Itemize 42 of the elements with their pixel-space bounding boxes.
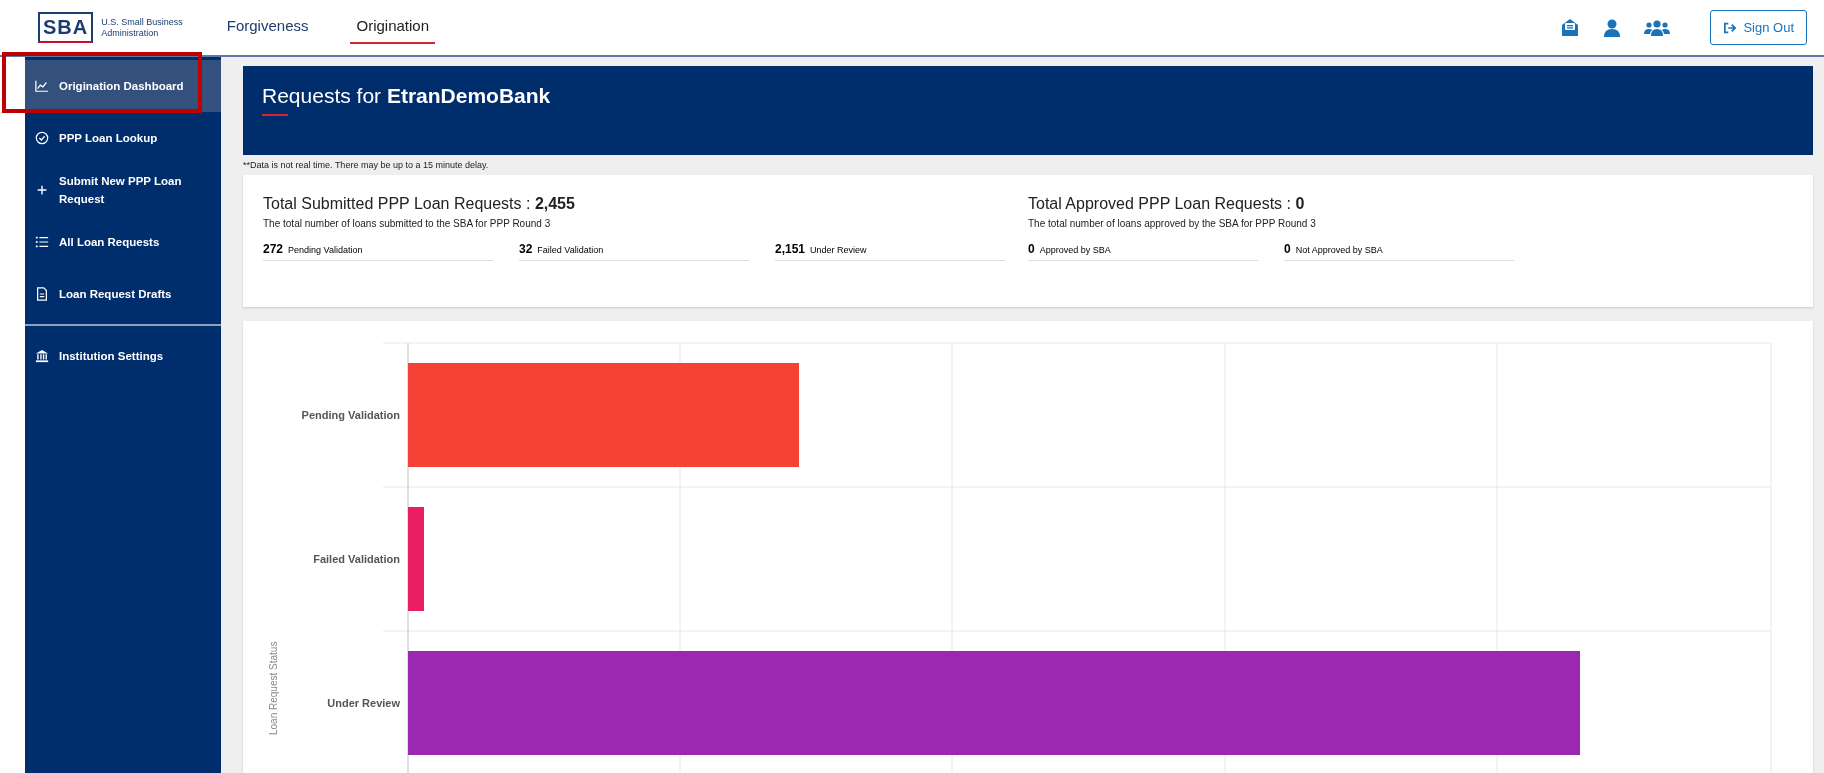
stat-count: 32 [519, 242, 533, 256]
stat-title: Total Approved PPP Loan Requests : 0 [1028, 195, 1306, 213]
category-label: Failed Validation [313, 553, 400, 565]
sign-out-button[interactable]: Sign Out [1710, 10, 1807, 45]
sidebar-item[interactable]: Submit New PPP Loan Request [25, 164, 221, 216]
axis-title: Loan Request Status [268, 641, 279, 735]
sidebar-item[interactable]: PPP Loan Lookup [25, 112, 221, 164]
sidebar-item[interactable]: All Loan Requests [25, 216, 221, 268]
stat-label: Approved by SBA [1039, 245, 1111, 255]
stat-label: Pending Validation [288, 245, 363, 255]
stat-label: Under Review [810, 245, 867, 255]
nav-tab[interactable]: Forgiveness [220, 11, 315, 44]
sign-out-icon [1723, 21, 1738, 34]
chart-icon [35, 79, 49, 93]
sidebar-item[interactable]: Institution Settings [25, 330, 221, 382]
stat-description: The total number of loans approved by the SBA for PPP Round 3 [1028, 218, 1317, 229]
nav-tab[interactable]: Origination [350, 11, 435, 44]
document-icon [35, 287, 49, 301]
stat-description: The total number of loans submitted to the SBA for PPP Round 3 [263, 218, 552, 229]
delay-note: **Data is not real time. There may be up to a 15 minute delay. [243, 160, 490, 170]
user-icon[interactable] [1602, 17, 1623, 38]
category-label: Pending Validation [301, 409, 400, 421]
logo-mark[interactable]: SBA [38, 12, 94, 43]
sidebar-item[interactable]: Loan Request Drafts [25, 268, 221, 320]
page-title: Requests for EtranDemoBank [262, 84, 552, 108]
users-icon[interactable] [1644, 17, 1671, 38]
agency-name: Administration [101, 27, 160, 39]
mail-icon[interactable] [1560, 17, 1581, 38]
category-label: Under Review [327, 697, 400, 709]
agency-name: U.S. Small Business [101, 16, 183, 28]
bank-icon [35, 349, 49, 363]
sidebar-item[interactable]: Origination Dashboard [25, 60, 221, 112]
stat-count: 272 [263, 242, 284, 256]
check-circle-icon [35, 131, 49, 145]
stat-label: Not Approved by SBA [1295, 245, 1383, 255]
list-icon [35, 235, 49, 249]
stat-title: Total Submitted PPP Loan Requests : 2,455 [263, 195, 576, 213]
stat-count: 2,151 [775, 242, 806, 256]
stat-count: 0 [1028, 242, 1035, 256]
stat-label: Failed Validation [537, 245, 604, 255]
plus-icon [35, 183, 49, 197]
stat-count: 0 [1284, 242, 1291, 256]
